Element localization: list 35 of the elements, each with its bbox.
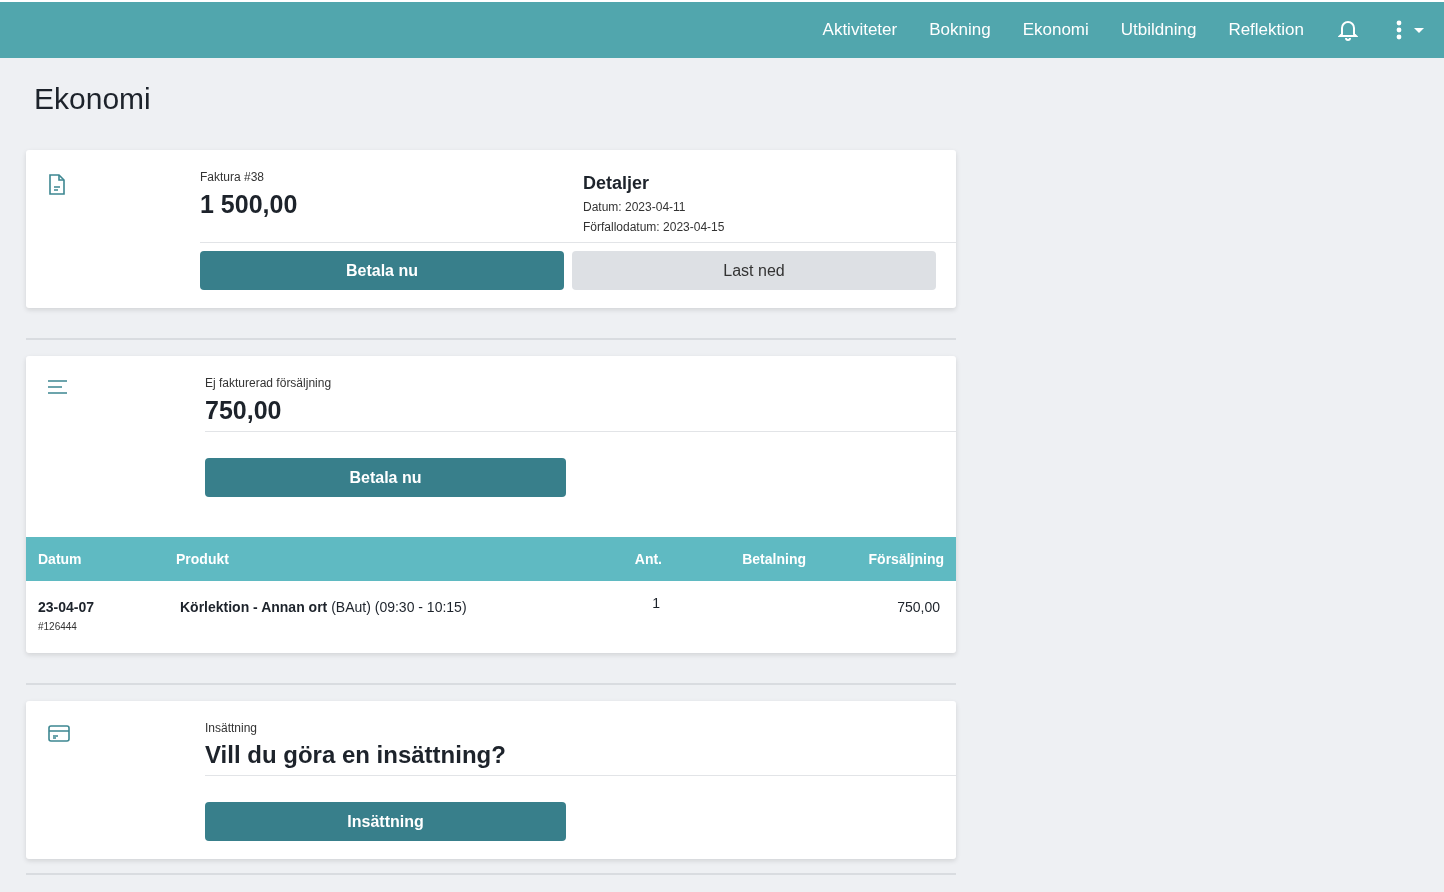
nav-link[interactable]: Ekonomi bbox=[1022, 20, 1089, 40]
product-cell-text: Körlektion - Annan ort (BAut) (09:30 - 10:15) bbox=[179, 599, 468, 617]
page-title: Ekonomi bbox=[34, 82, 151, 117]
date-cell-text: 23-04-07 bbox=[38, 599, 96, 615]
reference-number: #126444 bbox=[38, 621, 78, 632]
card-label: Faktura #38 bbox=[200, 170, 265, 184]
caret-icon[interactable] bbox=[1414, 27, 1424, 33]
amount: Vill du göra en insättning? bbox=[205, 741, 506, 769]
amount: 750,00 bbox=[205, 396, 282, 425]
column-header: Datum bbox=[38, 551, 83, 567]
card-label: Ej fakturerad försäljning bbox=[205, 376, 332, 390]
column-header: Ant. bbox=[633, 551, 662, 567]
column-header: Betalning bbox=[741, 551, 806, 567]
details-heading: Detaljer bbox=[583, 173, 650, 194]
sale-cell-text: 750,00 bbox=[896, 599, 941, 617]
notifications-icon[interactable] bbox=[1338, 19, 1358, 41]
detail-line: Datum: 2023-04-11 bbox=[583, 200, 686, 214]
card-label: Insättning bbox=[205, 721, 258, 735]
lines-icon bbox=[48, 380, 67, 394]
secondary-button[interactable]: Last ned bbox=[572, 251, 936, 290]
nav-link[interactable]: Bokning bbox=[929, 20, 991, 40]
card-icon bbox=[48, 725, 70, 742]
amount: 1 500,00 bbox=[200, 190, 298, 219]
pay-button[interactable]: Betala nu bbox=[200, 251, 564, 290]
detail-line: Förfallodatum: 2023-04-15 bbox=[583, 220, 725, 234]
document-icon bbox=[48, 174, 66, 195]
column-header: Försäljning bbox=[867, 551, 944, 567]
more-menu-icon[interactable] bbox=[1396, 20, 1402, 40]
quantity-cell-text: 1 bbox=[651, 595, 661, 613]
nav-link[interactable]: Reflektion bbox=[1228, 20, 1304, 40]
pay-button[interactable]: Insättning bbox=[205, 802, 566, 841]
nav-link[interactable]: Aktiviteter bbox=[822, 20, 898, 40]
column-header: Produkt bbox=[176, 551, 230, 567]
nav-link[interactable]: Utbildning bbox=[1120, 20, 1197, 40]
pay-button[interactable]: Betala nu bbox=[205, 458, 566, 497]
